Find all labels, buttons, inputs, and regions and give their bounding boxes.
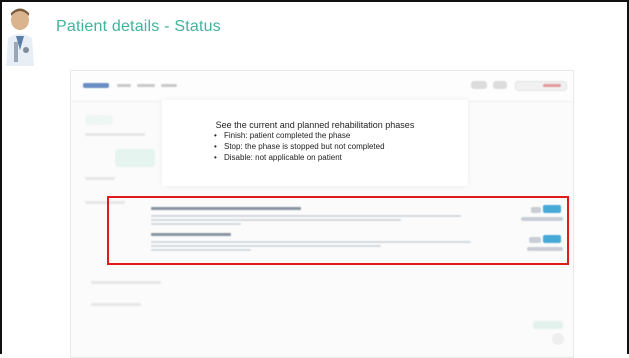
placeholder-line [91,281,161,284]
nav-item [137,84,155,87]
side-chip [85,115,113,125]
topbar-control [493,81,507,89]
list-item: Finish: patient completed the phase [216,130,385,141]
doctor-avatar-icon [2,6,38,66]
highlight-box [107,196,569,265]
nav-item [117,84,131,87]
topbar-control [471,81,487,89]
callout-heading: See the current and planned rehabilitati… [215,120,415,130]
app-topbar [71,71,573,102]
list-item: Stop: the phase is stopped but not compl… [216,141,385,152]
info-callout: See the current and planned rehabilitati… [162,100,468,186]
scroll-button[interactable] [552,333,564,345]
app-logo [83,83,109,88]
nav-item [161,84,177,87]
slide-title: Patient details - Status [56,18,221,35]
placeholder-line [85,177,115,180]
placeholder-line [85,133,145,136]
slide-header: Patient details - Status [0,0,629,66]
side-chip [533,321,563,329]
list-item: Disable: not applicable on patient [216,152,385,163]
callout-list: Finish: patient completed the phase Stop… [216,130,385,163]
topbar-accent [543,84,561,87]
placeholder-line [91,303,141,306]
side-chip [115,149,155,167]
